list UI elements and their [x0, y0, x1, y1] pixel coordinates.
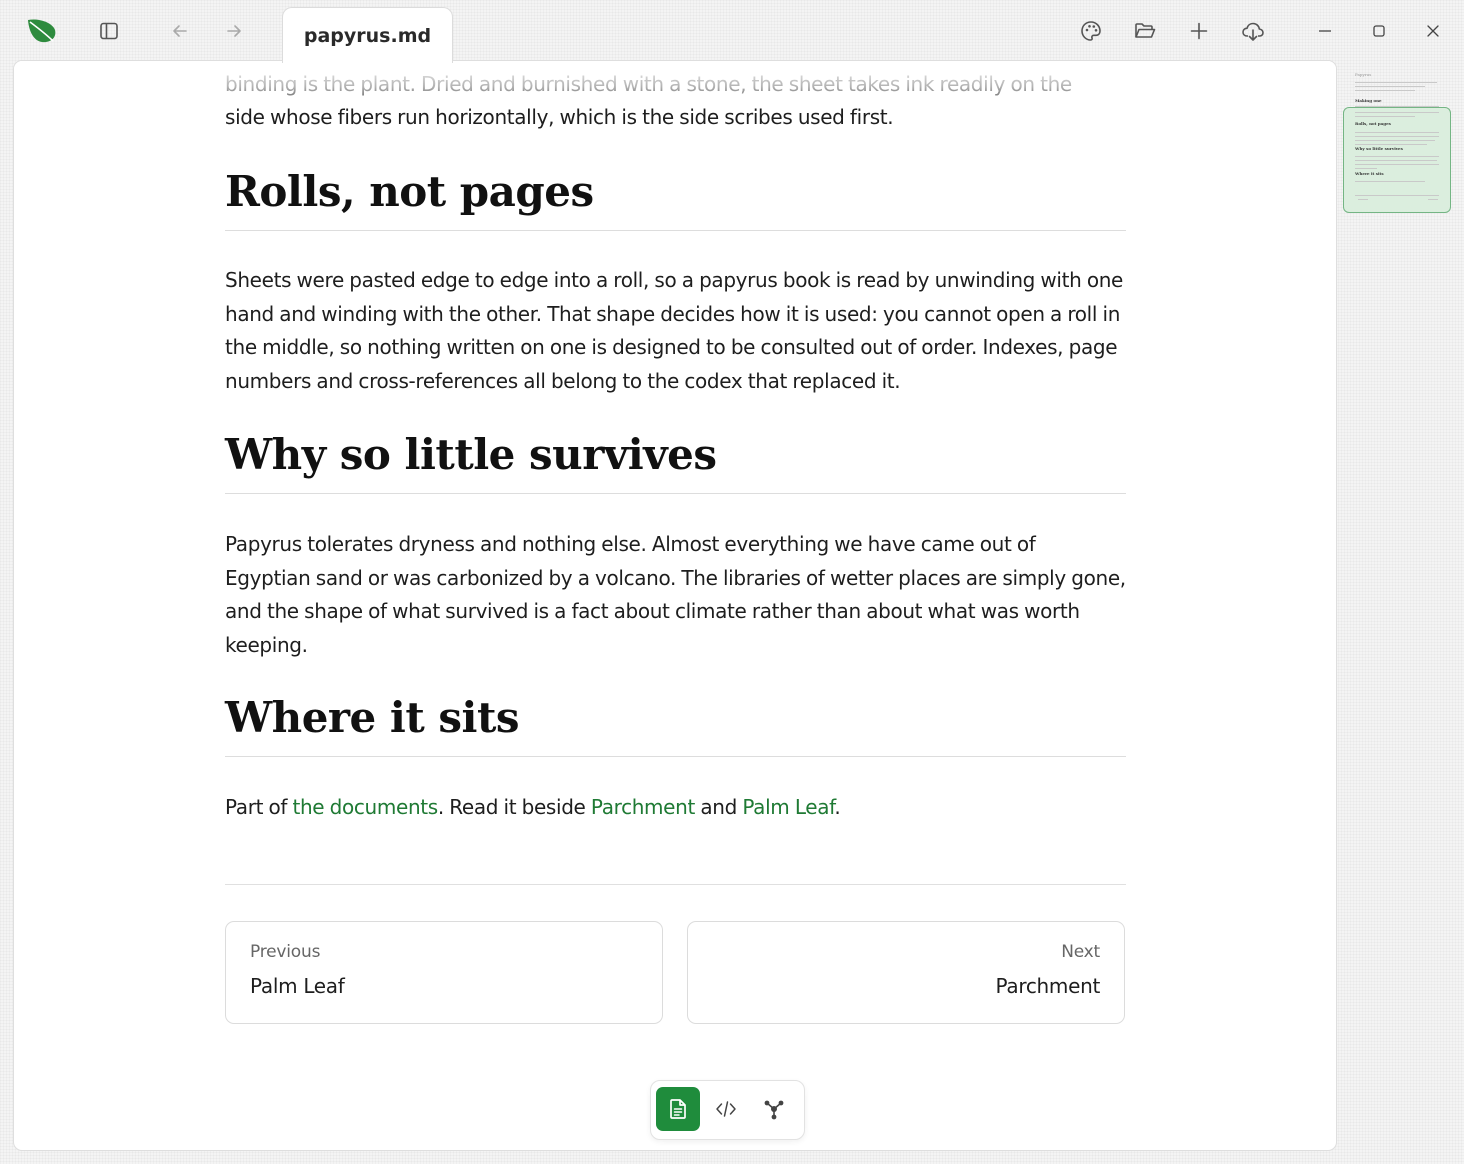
intro-text: side whose fibers run horizontally, whic…	[225, 105, 894, 129]
link-parchment[interactable]: Parchment	[591, 795, 695, 819]
code-icon	[716, 1101, 736, 1117]
folder-open-icon	[1135, 23, 1156, 38]
minimap-line	[1355, 160, 1437, 161]
minimap-heading: Rolls, not pages	[1355, 121, 1391, 126]
previous-label: Previous	[250, 942, 321, 962]
next-page-card[interactable]: Next Parchment	[687, 921, 1125, 1024]
minimap-line	[1355, 181, 1425, 182]
leaf-icon	[20, 9, 64, 53]
minimize-icon	[1319, 30, 1331, 32]
minimap-line	[1358, 199, 1368, 200]
graph-view-button[interactable]	[752, 1087, 796, 1131]
where-prefix: Part of	[225, 795, 293, 819]
minimap-line	[1355, 82, 1437, 83]
maximize-button[interactable]	[1357, 9, 1401, 53]
arrow-left-icon	[173, 25, 187, 37]
plus-icon	[1190, 22, 1208, 40]
cloud-download-icon	[1242, 22, 1264, 41]
tab-label: papyrus.md	[303, 24, 432, 47]
heading-rolls-not-pages: Rolls, not pages	[225, 167, 1126, 231]
minimap-line	[1355, 164, 1439, 165]
footer-divider	[225, 884, 1126, 885]
intro-text-faded: binding is the plant. Dried and burnishe…	[225, 72, 1072, 96]
minimap-line	[1355, 168, 1377, 169]
arrow-right-icon	[227, 25, 241, 37]
minimap-heading: Why so little survives	[1355, 146, 1403, 151]
minimap-line	[1355, 140, 1435, 141]
minimap-heading: Making one	[1355, 98, 1382, 103]
link-palm-leaf[interactable]: Palm Leaf	[742, 795, 834, 819]
close-button[interactable]	[1411, 9, 1455, 53]
minimap-line	[1355, 86, 1425, 87]
minimap-line	[1355, 156, 1439, 157]
next-label: Next	[1061, 942, 1100, 962]
new-file-button[interactable]	[1177, 9, 1221, 53]
title-bar: papyrus.md	[0, 0, 1464, 63]
download-button[interactable]	[1231, 9, 1275, 53]
document-icon	[670, 1099, 686, 1119]
sidebar-toggle-icon	[100, 22, 118, 40]
minimap[interactable]: Papyrus Making one Rolls, not pages Why …	[1342, 60, 1454, 220]
maximize-icon	[1373, 25, 1385, 37]
heading-why-so-little-survives: Why so little survives	[225, 430, 1126, 494]
minimap-heading: Where it sits	[1355, 171, 1384, 176]
minimap-line	[1355, 112, 1439, 113]
minimap-line	[1428, 199, 1438, 200]
minimap-line	[1355, 132, 1439, 133]
minimap-line	[1355, 90, 1415, 91]
graph-icon	[764, 1100, 784, 1120]
paragraph-survives: Papyrus tolerates dryness and nothing el…	[225, 532, 1126, 657]
sidebar-toggle-button[interactable]	[87, 9, 131, 53]
minimap-line	[1355, 136, 1439, 137]
paragraph-rolls: Sheets were pasted edge to edge into a r…	[225, 268, 1123, 393]
where-suffix: .	[834, 795, 841, 819]
where-middle: . Read it beside	[437, 795, 591, 819]
minimap-viewport[interactable]: Rolls, not pages Why so little survives …	[1343, 107, 1451, 213]
theme-button[interactable]	[1069, 9, 1113, 53]
forward-button[interactable]	[212, 9, 256, 53]
view-switcher	[650, 1080, 805, 1140]
document-view-button[interactable]	[656, 1087, 700, 1131]
open-folder-button[interactable]	[1123, 9, 1167, 53]
where-and: and	[694, 795, 743, 819]
previous-page-card[interactable]: Previous Palm Leaf	[225, 921, 663, 1024]
minimize-button[interactable]	[1303, 9, 1347, 53]
source-view-button[interactable]	[704, 1087, 748, 1131]
minimap-title: Papyrus	[1355, 72, 1372, 77]
minimap-line	[1355, 144, 1427, 145]
close-icon	[1427, 25, 1439, 37]
tab-papyrus[interactable]: papyrus.md	[282, 7, 453, 63]
document-view[interactable]: binding is the plant. Dried and burnishe…	[13, 60, 1337, 1151]
palette-icon	[1081, 21, 1101, 41]
link-the-documents[interactable]: the documents	[292, 795, 438, 819]
next-title: Parchment	[995, 974, 1101, 998]
minimap-line	[1355, 195, 1439, 196]
paragraph-where-it-sits: Part of the documents. Read it beside Pa…	[225, 791, 841, 825]
minimap-line	[1355, 116, 1415, 117]
back-button[interactable]	[158, 9, 202, 53]
previous-title: Palm Leaf	[250, 974, 345, 998]
heading-where-it-sits: Where it sits	[225, 693, 1126, 757]
